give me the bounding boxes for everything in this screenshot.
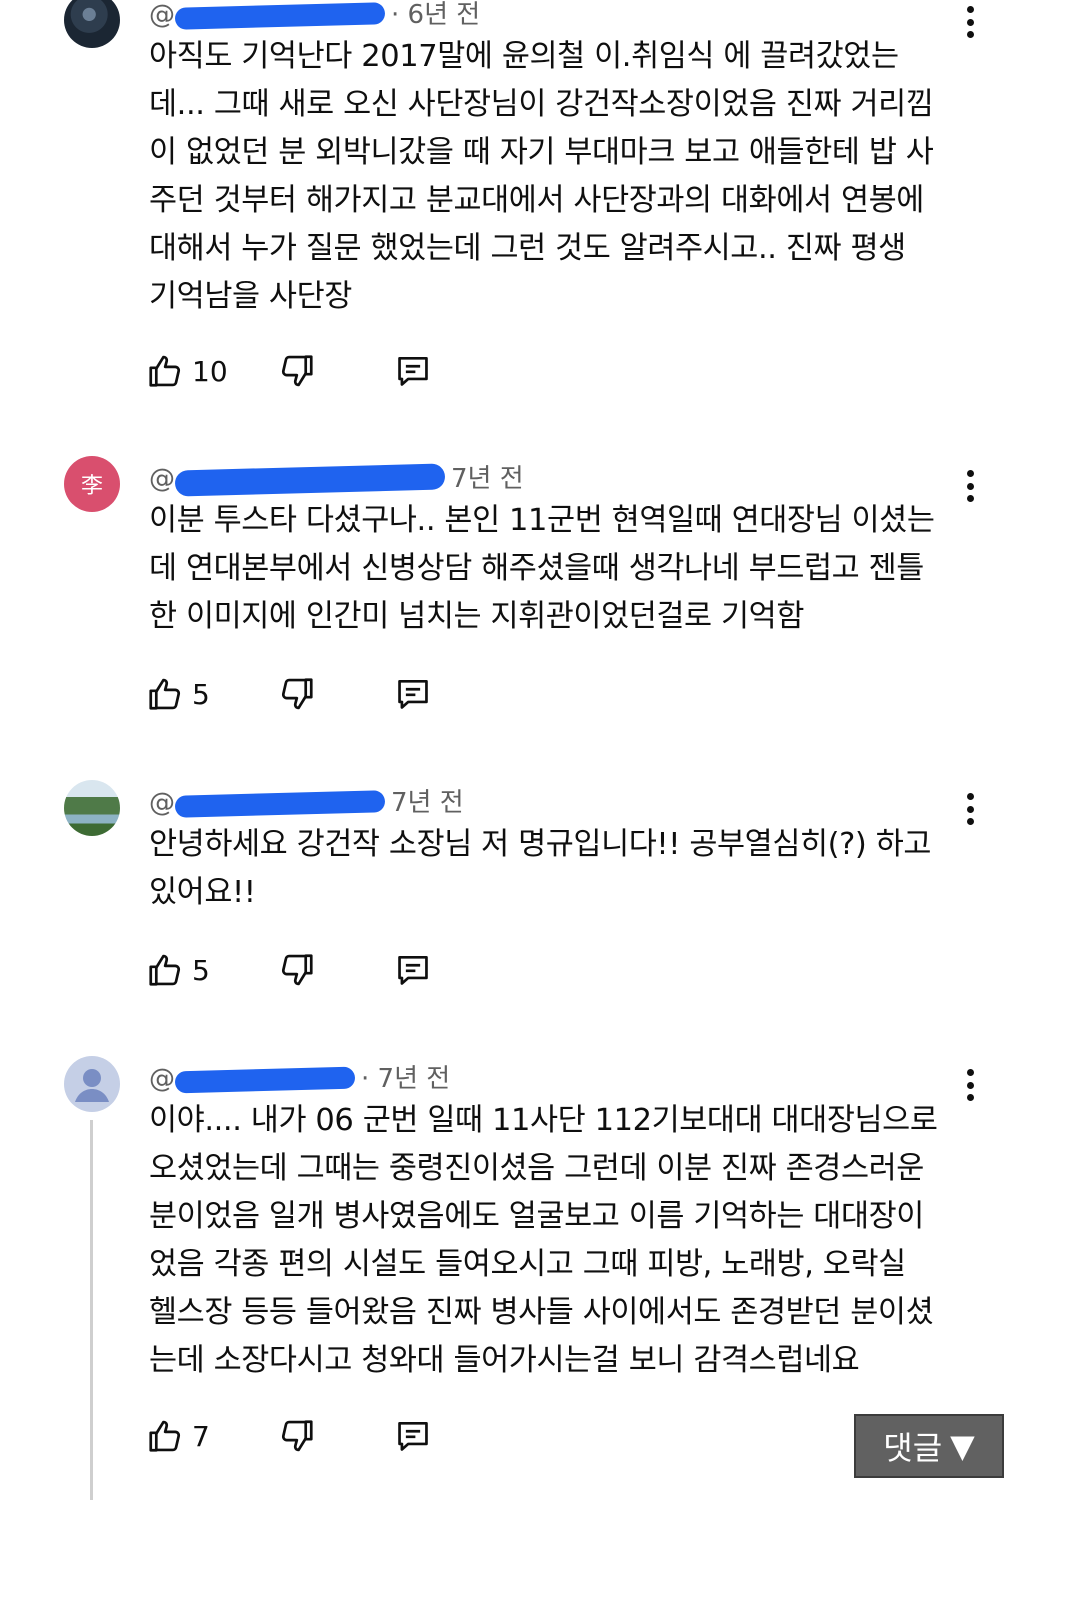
comment-age: 7년 전	[391, 788, 464, 818]
comment-line: 있어요!!	[149, 875, 256, 910]
dislike-button[interactable]	[278, 948, 316, 992]
avatar[interactable]	[64, 1056, 120, 1112]
comment-line: 이야.... 내가 06 군번 일때 11사단 112기보대대 대대장님으로	[149, 1103, 938, 1138]
reply-button[interactable]	[394, 948, 432, 992]
avatar[interactable]	[64, 780, 120, 836]
avatar-initial: 李	[80, 474, 103, 499]
comment-line: 었음 각종 편의 시설도 들여오시고 그때 피방, 노래방, 오락실	[149, 1247, 906, 1282]
comment-line: 오셨었는데 그때는 중령진이셨음 그런데 이분 진짜 존경스러운	[149, 1151, 924, 1186]
comment-line: 는데 소장다시고 청와대 들어가시는걸 보니 감격스럽네요	[149, 1343, 860, 1378]
reply-button[interactable]	[394, 349, 432, 393]
comment-line: 주던 것부터 해가지고 분교대에서 사단장과의 대화에서 연봉에	[149, 183, 924, 218]
reply-toggle-label: 댓글	[883, 1429, 943, 1467]
comment-line: 이 없었던 분 외박니갔을 때 자기 부대마크 보고 애들한테 밥 사	[149, 135, 934, 170]
avatar[interactable]: 李	[64, 456, 120, 512]
comment-line: 이분 투스타 다셨구나.. 본인 11군번 현역일때 연대장님 이셨는	[149, 503, 935, 538]
comment-line: 아직도 기억난다 2017말에 윤의철 이.취임식 에 끌려갔었는	[149, 39, 899, 74]
comment-actions: 5	[146, 948, 466, 992]
author-handle[interactable]: @	[149, 464, 175, 494]
comment-age: · 7년 전	[361, 1064, 451, 1094]
author-handle[interactable]: @	[149, 1064, 175, 1094]
comment-line: 헬스장 등등 들어왔음 진짜 병사들 사이에서도 존경받던 분이셨	[149, 1295, 934, 1330]
like-button[interactable]: 7	[146, 1414, 210, 1458]
like-count: 5	[192, 677, 210, 711]
dislike-button[interactable]	[278, 1414, 316, 1458]
redaction-mark	[174, 462, 446, 497]
comment-actions: 10	[146, 349, 466, 393]
reply-toggle-button[interactable]: 댓글 ▼	[854, 1414, 1004, 1478]
like-button[interactable]: 5	[146, 948, 210, 992]
author-handle[interactable]: @	[149, 0, 175, 30]
comment-age: · 6년 전	[391, 0, 481, 30]
comment-age: 7년 전	[451, 464, 524, 494]
comment-meta: @ · 6년 전	[149, 0, 480, 31]
avatar[interactable]	[64, 0, 120, 48]
like-count: 10	[192, 354, 228, 388]
comment-text: 이야.... 내가 06 군번 일때 11사단 112기보대대 대대장님으로 오…	[149, 1097, 969, 1385]
like-count: 7	[192, 1419, 210, 1453]
reply-button[interactable]	[394, 672, 432, 716]
comment-actions: 7	[146, 1414, 466, 1458]
reply-icon	[398, 955, 428, 985]
thumbs-down-icon	[281, 355, 313, 387]
thumbs-up-icon	[149, 1420, 181, 1452]
reply-icon	[398, 679, 428, 709]
comment-line: 데 연대본부에서 신병상담 해주셨을때 생각나네 부드럽고 젠틀	[149, 551, 924, 586]
redaction-mark	[174, 789, 386, 818]
dislike-button[interactable]	[278, 349, 316, 393]
comment-meta: @ · 7년 전	[149, 1058, 450, 1095]
redaction-mark	[174, 1066, 356, 1093]
comment-line: 데... 그때 새로 오신 사단장님이 강건작소장이었음 진짜 거리낌	[149, 87, 934, 122]
thumbs-up-icon	[149, 355, 181, 387]
author-handle[interactable]: @	[149, 788, 175, 818]
comment-actions: 5	[146, 672, 466, 716]
comment-line: 한 이미지에 인간미 넘치는 지휘관이었던걸로 기억함	[149, 599, 804, 634]
comment-text: 이분 투스타 다셨구나.. 본인 11군번 현역일때 연대장님 이셨는 데 연대…	[149, 497, 969, 641]
thumbs-down-icon	[281, 954, 313, 986]
comment-line: 대해서 누가 질문 했었는데 그런 것도 알려주시고.. 진짜 평생	[149, 231, 906, 266]
thumbs-up-icon	[149, 954, 181, 986]
thumbs-down-icon	[281, 1420, 313, 1452]
comment-text: 안녕하세요 강건작 소장님 저 명규입니다!! 공부열심히(?) 하고 있어요!…	[149, 821, 969, 917]
redaction-mark	[174, 1, 386, 30]
comment-line: 분이었음 일개 병사였음에도 얼굴보고 이름 기억하는 대대장이	[149, 1199, 924, 1234]
triangle-down-icon: ▼	[950, 1427, 975, 1465]
reply-icon	[398, 1421, 428, 1451]
like-button[interactable]: 10	[146, 349, 228, 393]
person-icon	[75, 1069, 109, 1102]
comment-meta: @7년 전	[149, 458, 524, 497]
thumbs-up-icon	[149, 678, 181, 710]
comment-line: 안녕하세요 강건작 소장님 저 명규입니다!! 공부열심히(?) 하고	[149, 827, 932, 862]
thread-line	[90, 1120, 93, 1500]
dislike-button[interactable]	[278, 672, 316, 716]
reply-button[interactable]	[394, 1414, 432, 1458]
comment-meta: @7년 전	[149, 782, 464, 819]
like-button[interactable]: 5	[146, 672, 210, 716]
reply-icon	[398, 356, 428, 386]
comment-line: 기억남을 사단장	[149, 279, 352, 314]
thumbs-down-icon	[281, 678, 313, 710]
like-count: 5	[192, 953, 210, 987]
comment-text: 아직도 기억난다 2017말에 윤의철 이.취임식 에 끌려갔었는 데... 그…	[149, 33, 969, 321]
